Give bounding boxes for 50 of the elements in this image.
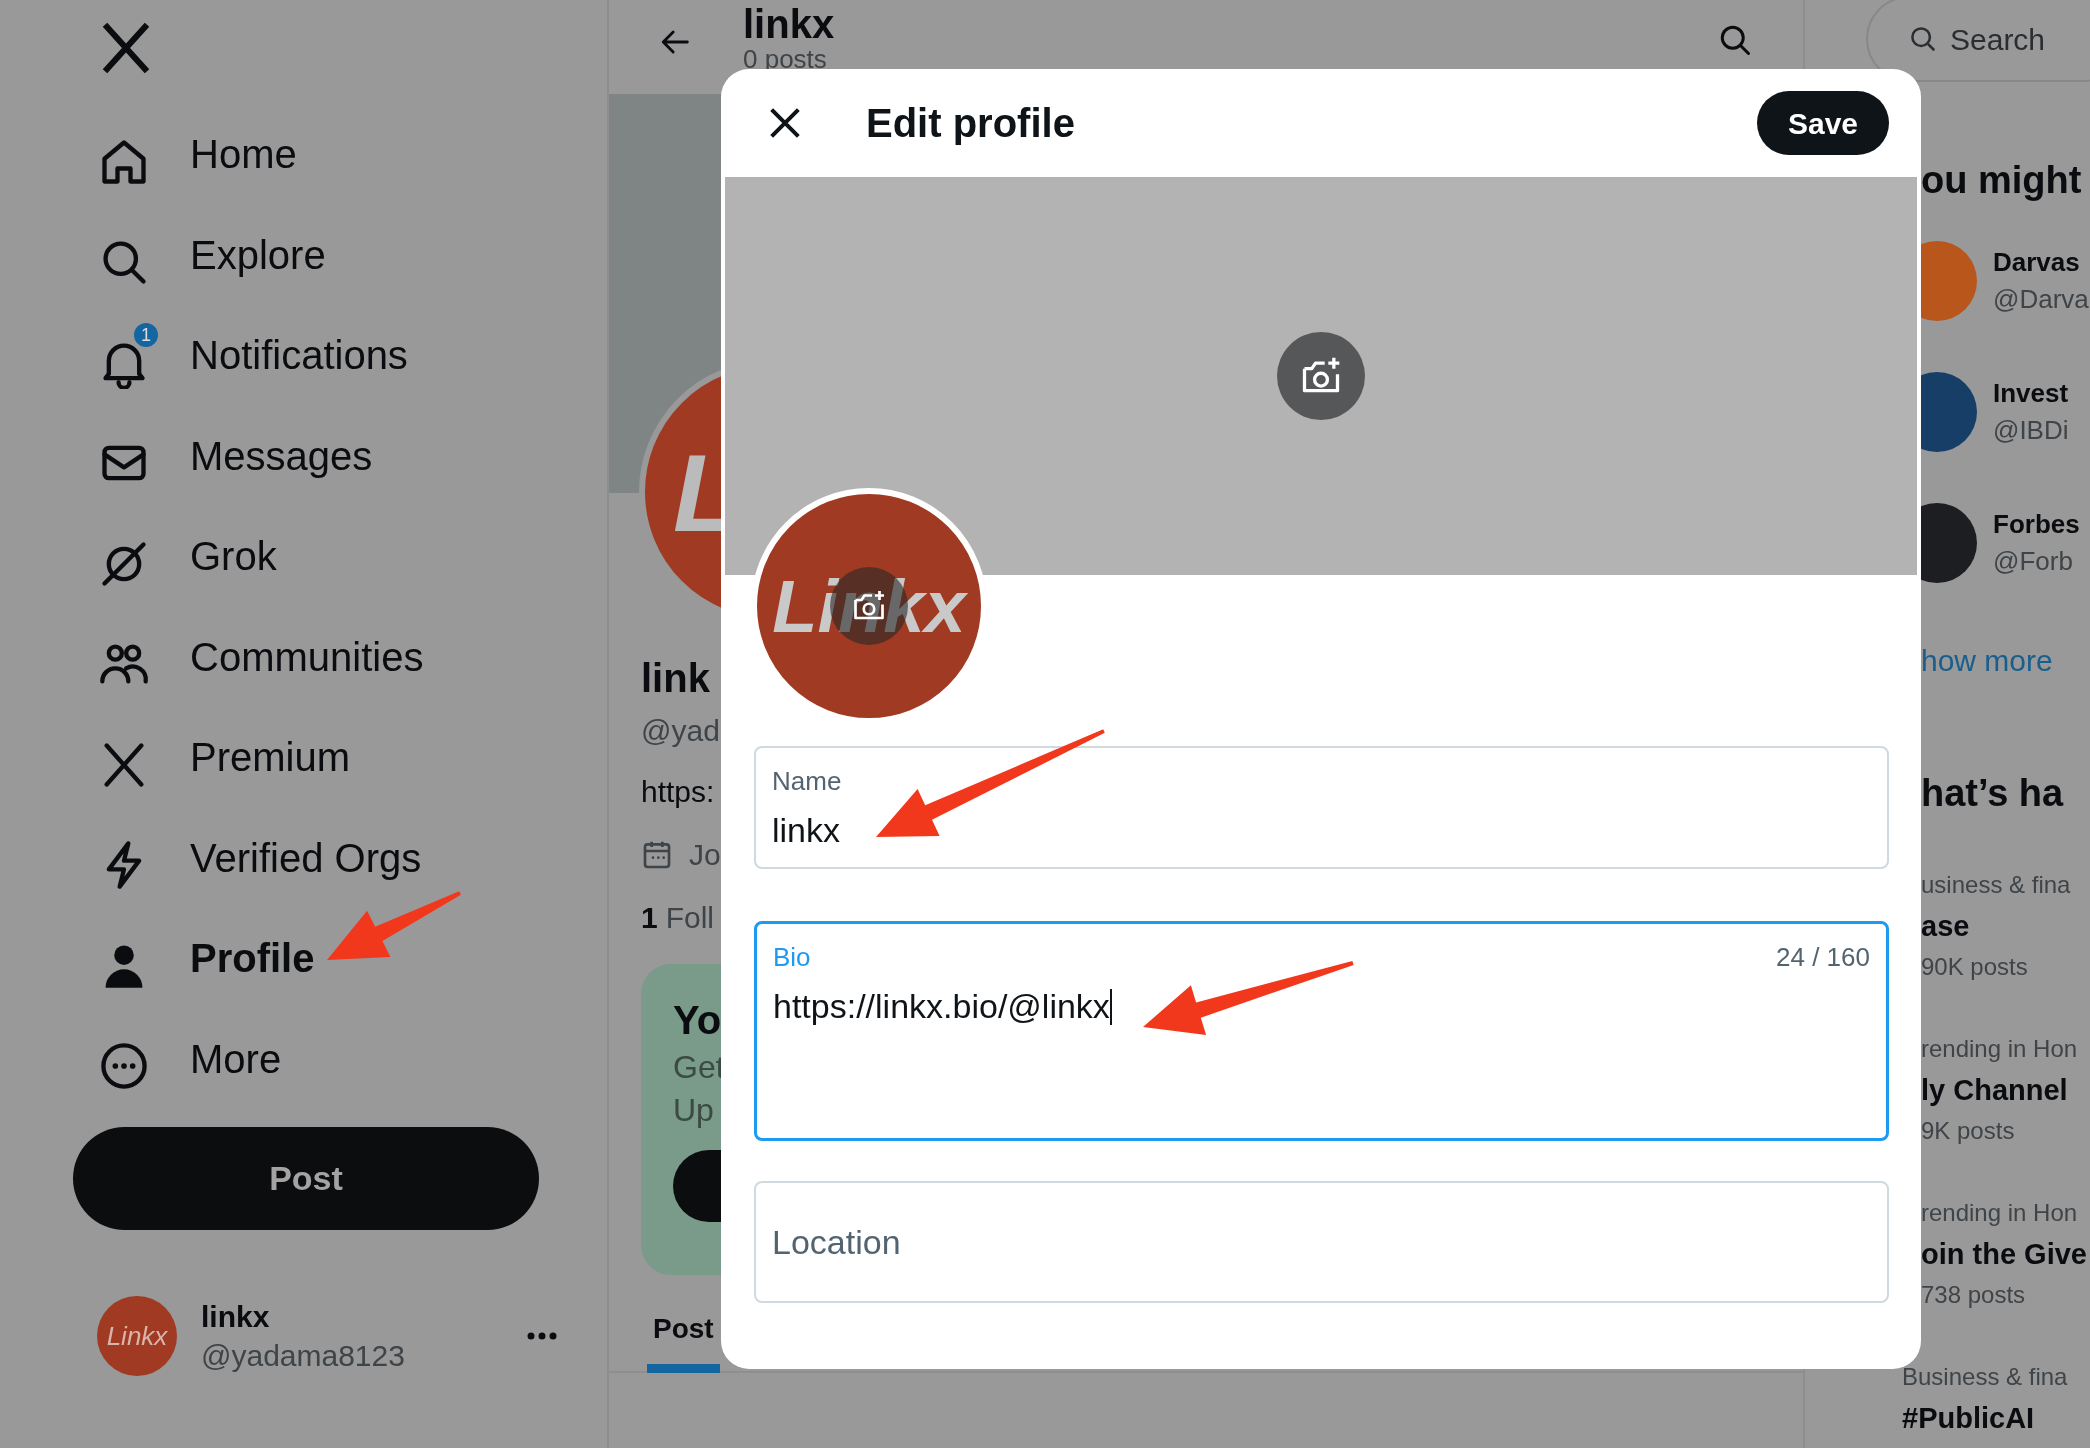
account-name: linkx xyxy=(201,1299,271,1335)
account-name[interactable]: Invest xyxy=(1993,375,2069,412)
trend-title[interactable]: ly Channel xyxy=(1921,1070,2090,1110)
post-count: 0 posts xyxy=(743,44,828,76)
account-handle: @Forb xyxy=(1993,544,2074,578)
nav-item[interactable]: Profile xyxy=(98,908,607,1009)
trend-count: 9K posts xyxy=(1921,1116,2016,1146)
nav-item[interactable]: More xyxy=(98,1008,607,1109)
account-handle: @yadama8123 xyxy=(201,1338,406,1374)
promo-title: Yo xyxy=(673,997,722,1044)
following-count: 1 xyxy=(641,900,658,936)
dialog-title: Edit profile xyxy=(866,100,1076,147)
nav-item[interactable]: Home xyxy=(98,104,607,205)
more-dots-icon[interactable] xyxy=(527,1332,557,1340)
account-handle: @Darva xyxy=(1993,282,2089,316)
profile-name: link xyxy=(641,655,710,702)
trend-context: usiness & fina xyxy=(1921,870,2072,900)
nav-item[interactable]: Grok xyxy=(98,506,607,607)
search-icon xyxy=(1908,24,1938,54)
nav-item[interactable]: 1 Notifications xyxy=(98,305,607,406)
trend-count: 738 posts xyxy=(1921,1280,2027,1310)
location-field[interactable]: Location xyxy=(754,1181,1889,1303)
account-name[interactable]: Darvas xyxy=(1993,244,2089,281)
text-field[interactable]: Bio 24 / 160 https://linkx.bio/@linkx xyxy=(754,921,1889,1141)
search-placeholder: Search xyxy=(1950,21,2046,58)
following-label[interactable]: Foll xyxy=(665,895,715,940)
profile-title: linkx xyxy=(743,4,835,44)
section-heading: hat’s ha xyxy=(1921,771,2065,816)
profile-handle: @yad xyxy=(641,713,720,749)
nav-item[interactable]: Communities xyxy=(98,606,607,707)
trend-title[interactable]: #PublicAI xyxy=(1902,1398,2090,1438)
promo-text: Get Up xyxy=(673,1048,725,1131)
post-button[interactable]: Post xyxy=(73,1127,539,1230)
account-name[interactable]: Forbes xyxy=(1993,506,2080,543)
nav-item[interactable]: Premium xyxy=(98,707,607,808)
text-field[interactable]: Name linkx xyxy=(754,746,1889,869)
trend-context: rending in Hon xyxy=(1921,1198,2079,1228)
save-button[interactable]: Save xyxy=(1757,91,1889,155)
nav-item[interactable]: Explore xyxy=(98,204,607,305)
trend-context: rending in Hon xyxy=(1921,1034,2079,1064)
section-heading: ou might xyxy=(1921,158,2083,203)
trend-title[interactable]: oin the Give xyxy=(1921,1234,2090,1274)
trend-title[interactable]: ase xyxy=(1921,906,2090,946)
account-handle: @IBDi xyxy=(1993,413,2069,447)
avatar: Linkx xyxy=(97,1296,177,1376)
trend-context: Business & fina xyxy=(1902,1362,2069,1392)
nav-item[interactable]: Verified Orgs xyxy=(98,807,607,908)
notification-badge: 1 xyxy=(132,321,160,350)
trend-count: 90K posts xyxy=(1921,952,2029,982)
nav-item[interactable]: Messages xyxy=(98,405,607,506)
